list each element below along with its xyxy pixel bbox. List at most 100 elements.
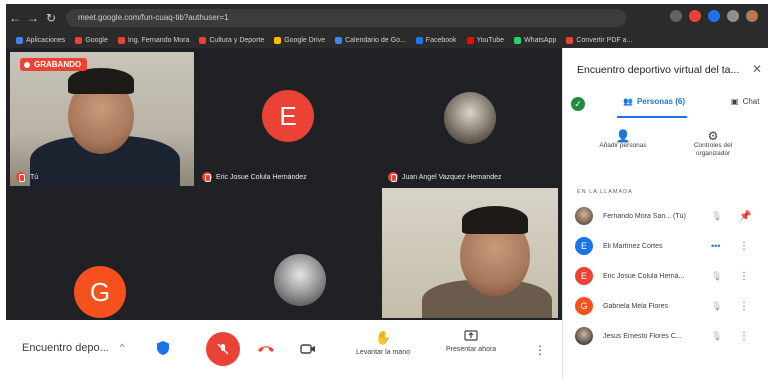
participant-avatar: G [575,297,593,315]
mic-off-icon[interactable]: 🎙 [711,271,722,282]
bookmark-label: Cultura y Deporte [209,36,265,44]
bookmark-label: YouTube [476,36,505,44]
puzzle-icon[interactable] [727,10,739,22]
more-options-icon[interactable]: ⋮ [739,271,749,282]
bookmark-item[interactable]: Google [75,36,108,44]
bookmark-item[interactable]: Aplicaciones [16,36,65,44]
video-tile[interactable] [382,188,558,318]
camera-toggle-button[interactable] [298,339,318,359]
host-controls-button[interactable]: ⚙ Controles del organizador [678,129,748,158]
side-panel: Encuentro deportivo virtual del ta... ✕ … [562,48,768,379]
mic-off-icon[interactable]: 🎙 [711,331,722,342]
mic-toggle-button[interactable] [206,332,240,366]
bookmark-item[interactable]: Ing. Fernando Mora [117,36,190,44]
participant-avatar: E [262,90,314,142]
panel-tabs: ✓ 👥 Personas (6) ▣ Chat [563,92,768,118]
panel-title: Encuentro deportivo virtual del ta... [577,64,740,76]
participant-name: Gabriela Mela Flores [603,302,668,310]
bookmark-item[interactable]: YouTube [466,36,505,44]
bookmark-favicon-icon [75,36,83,44]
mic-off-icon[interactable]: 🎙 [711,211,722,222]
host-controls-icon: ⚙ [707,129,719,143]
participant-row[interactable]: E Eli Martínez Cortes ••• ⋮ [563,232,768,260]
more-options-icon[interactable]: ⋮ [739,241,749,252]
tile-name-tag: Eric Josue Colula Hernández [202,172,307,182]
bookmark-item[interactable]: Cultura y Deporte [199,36,265,44]
bookmark-item[interactable]: Calendario de Go... [335,36,406,44]
recording-badge: GRABANDO [20,58,88,71]
video-tile[interactable]: Juan Angel Vazquez Hernandez [382,52,558,186]
bookmark-label: Convertir PDF a... [576,36,633,44]
video-tile[interactable]: G [10,188,194,318]
bookmark-item[interactable]: Convertir PDF a... [566,36,633,44]
participant-avatar [274,254,326,306]
participant-avatar [575,207,593,225]
mic-off-icon [217,343,229,355]
video-tile[interactable]: GRABANDO Tú [10,52,194,186]
participant-row[interactable]: G Gabriela Mela Flores 🎙 ⋮ [563,292,768,320]
bookmark-item[interactable]: WhatsApp [514,36,556,44]
forward-icon[interactable]: → [24,11,42,25]
record-dot-icon [24,61,30,68]
reload-icon[interactable]: ↻ [42,11,60,25]
participant-row[interactable]: E Eric Josue Colula Herná... 🎙 ⋮ [563,262,768,290]
present-label: Presentar ahora [446,346,497,353]
close-icon[interactable]: ✕ [752,62,762,76]
participant-avatar [575,327,593,345]
star-icon[interactable] [670,10,682,22]
back-icon[interactable]: ← [6,11,24,25]
browser-chrome: ← → ↻ meet.google.com/fun-cuaq-tib?authu… [6,4,768,48]
more-options-icon[interactable]: ⋮ [739,331,749,342]
meeting-name[interactable]: Encuentro depo... [22,342,109,354]
hand-icon: ✋ [374,330,392,345]
bookmark-favicon-icon [466,36,474,44]
bookmark-item[interactable]: Facebook [415,36,457,44]
profile-avatar[interactable] [746,10,758,22]
extension-icon[interactable] [689,10,701,22]
participant-avatar: G [74,266,126,318]
bookmark-label: Ing. Fernando Mora [127,36,190,44]
address-bar[interactable]: meet.google.com/fun-cuaq-tib?authuser=1 [66,9,626,27]
mic-off-icon [388,172,398,182]
host-controls-label: Controles del organizador [693,142,733,157]
participant-name: Fernando Mora San... (Tú) [603,212,686,220]
tile-name: Tú [30,173,39,181]
participant-row[interactable]: Fernando Mora San... (Tú) 🎙 📌 [563,202,768,230]
tile-name: Juan Angel Vazquez Hernandez [402,173,502,181]
bookmark-label: Google [85,36,108,44]
participant-name: Eli Martínez Cortes [603,242,663,250]
bookmark-favicon-icon [415,36,423,44]
participant-row[interactable]: Jesus Ernesto Flores C... 🎙 ⋮ [563,322,768,350]
url-bar-row: ← → ↻ meet.google.com/fun-cuaq-tib?authu… [6,4,768,32]
bookmark-favicon-icon [16,36,23,44]
recording-label: GRABANDO [34,60,82,69]
more-options-icon[interactable]: ⋮ [739,301,749,312]
hang-up-button[interactable] [256,339,276,359]
shield-icon[interactable] [156,340,170,356]
video-tile[interactable]: E Eric Josue Colula Hernández [196,52,380,186]
bookmark-favicon-icon [117,36,125,44]
bookmark-favicon-icon [274,36,282,44]
bookmark-item[interactable]: Google Drive [274,36,326,44]
speaking-indicator-icon[interactable]: ••• [711,241,720,251]
tab-people[interactable]: 👥 Personas (6) [623,97,685,106]
pin-icon[interactable]: 📌 [739,211,751,222]
section-label: EN LA LLAMADA [577,189,633,195]
extension-icon[interactable] [708,10,720,22]
add-person-icon: 👤 [615,129,631,143]
participant-name: Eric Josue Colula Herná... [603,272,685,280]
tile-name-tag: Juan Angel Vazquez Hernandez [388,172,502,182]
bookmark-label: Google Drive [284,36,326,44]
raise-hand-button[interactable]: ✋ Levantar la mano [356,330,410,356]
tab-chat[interactable]: ▣ Chat [731,97,759,106]
people-icon: 👥 [623,97,633,106]
more-options-icon[interactable]: ⋮ [534,344,546,358]
chevron-up-icon[interactable]: ^ [120,342,124,352]
participant-avatar: E [575,267,593,285]
add-people-button[interactable]: 👤 Añadir personas [593,129,653,150]
chat-icon: ▣ [731,97,739,106]
present-now-button[interactable]: Presentar ahora [446,330,496,353]
video-tile[interactable] [196,188,380,318]
mic-off-icon[interactable]: 🎙 [711,301,722,312]
video-camera-icon [300,344,315,354]
